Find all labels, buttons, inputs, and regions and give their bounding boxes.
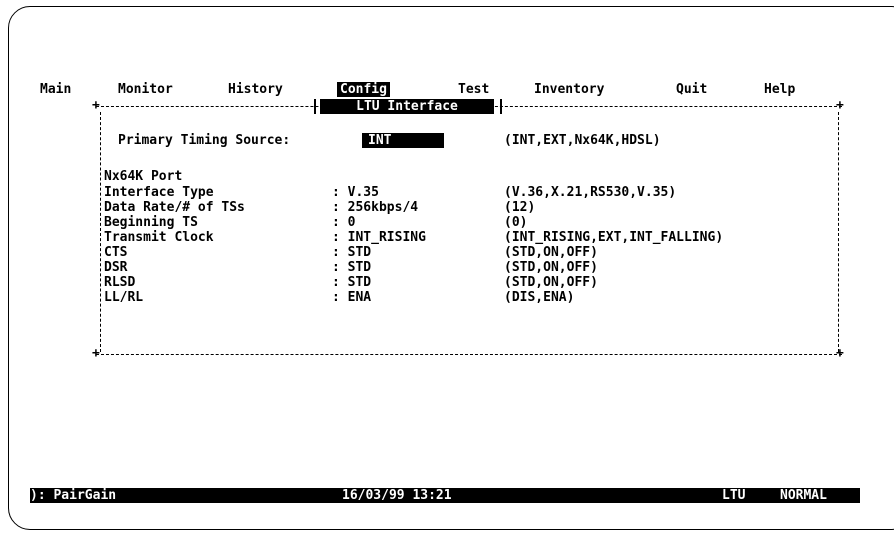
section-title: Nx64K Port (104, 169, 183, 184)
menu-test[interactable]: Test (458, 82, 489, 97)
status-datetime: 16/03/99 13:21 (342, 488, 452, 503)
row-value-transmit-clock[interactable]: : INT_RISING (332, 230, 426, 245)
corner-bottom-left: + (92, 346, 100, 361)
status-left: ): PairGain (30, 488, 117, 503)
primary-timing-field[interactable]: INT (362, 133, 444, 148)
status-state: NORMAL (780, 488, 827, 503)
row-value-ll-rl[interactable]: : ENA (332, 290, 371, 305)
row-value-dsr[interactable]: : STD (332, 260, 371, 275)
row-value-interface-type[interactable]: : V.35 (332, 185, 379, 200)
row-label-beginning-ts: Beginning TS (104, 215, 198, 230)
row-options-cts: (STD,ON,OFF) (504, 245, 598, 260)
panel-title-left-edge (314, 99, 316, 114)
row-label-ll-rl: LL/RL (104, 290, 144, 305)
panel-right-border (838, 112, 839, 352)
row-options-transmit-clock: (INT_RISING,EXT,INT_FALLING) (504, 230, 724, 245)
row-label-transmit-clock: Transmit Clock (104, 230, 214, 245)
row-value-data-rate[interactable]: : 256kbps/4 (332, 200, 418, 215)
row-options-data-rate: (12) (504, 200, 536, 215)
row-options-ll-rl: (DIS,ENA) (504, 290, 575, 305)
row-options-interface-type: (V.36,X.21,RS530,V.35) (504, 185, 677, 200)
row-value-rlsd[interactable]: : STD (332, 275, 371, 290)
row-options-rlsd: (STD,ON,OFF) (504, 275, 598, 290)
menu-help[interactable]: Help (764, 82, 795, 97)
row-options-beginning-ts: (0) (504, 215, 528, 230)
menu-history[interactable]: History (228, 82, 283, 97)
menu-inventory[interactable]: Inventory (534, 82, 604, 97)
status-unit: LTU (722, 488, 746, 503)
menu-quit[interactable]: Quit (676, 82, 707, 97)
row-options-dsr: (STD,ON,OFF) (504, 260, 598, 275)
menu-monitor[interactable]: Monitor (118, 82, 173, 97)
primary-timing-label: Primary Timing Source: (118, 133, 291, 148)
panel-title-right-edge (500, 99, 502, 114)
panel-left-border (100, 112, 101, 352)
corner-top-right: + (836, 98, 844, 113)
corner-bottom-right: + (836, 346, 844, 361)
row-value-cts[interactable]: : STD (332, 245, 371, 260)
primary-timing-options: (INT,EXT,Nx64K,HDSL) (504, 133, 661, 148)
status-bar: ): PairGain 16/03/99 13:21 LTU NORMAL (30, 488, 860, 503)
menu-config[interactable]: Config (337, 82, 390, 97)
row-label-cts: CTS (104, 245, 128, 260)
row-label-rlsd: RLSD (104, 275, 136, 290)
panel-bottom-border (96, 354, 842, 355)
corner-top-left: + (92, 98, 100, 113)
row-label-dsr: DSR (104, 260, 128, 275)
row-label-data-rate: Data Rate/# of TSs (104, 200, 245, 215)
panel-title: LTU Interface (320, 99, 494, 114)
menu-main[interactable]: Main (40, 82, 71, 97)
row-label-interface-type: Interface Type (104, 185, 214, 200)
row-value-beginning-ts[interactable]: : 0 (332, 215, 355, 230)
